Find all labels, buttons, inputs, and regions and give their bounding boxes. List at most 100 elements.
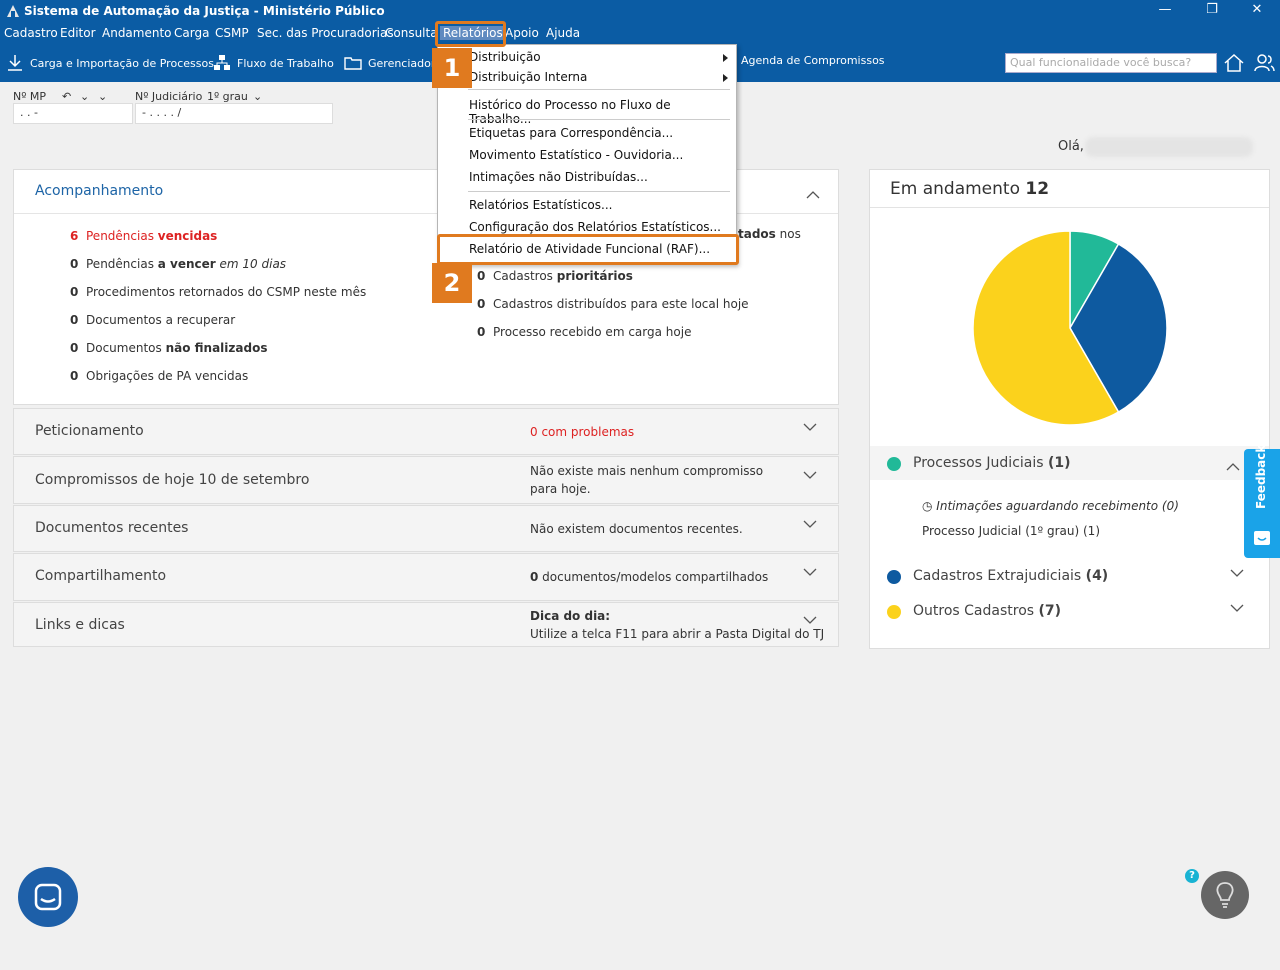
tips-button[interactable] xyxy=(1201,871,1249,919)
submenu-arrow-icon xyxy=(723,54,728,62)
agenda-button[interactable]: Agenda de Compromissos xyxy=(741,54,885,67)
chevron-down-icon[interactable] xyxy=(803,422,817,432)
fluxo-trabalho-button[interactable]: Fluxo de Trabalho xyxy=(213,54,334,72)
greeting: Olá, xyxy=(1058,139,1084,154)
menu-editor[interactable]: Editor xyxy=(60,26,96,40)
list-item[interactable]: 0 Cadastros distribuídos para este local … xyxy=(477,297,749,311)
menu-item-distribuicao-interna[interactable]: Distribuição Interna xyxy=(469,70,587,84)
folder-icon xyxy=(344,57,362,70)
peticionamento-section[interactable]: Peticionamento 0 com problemas xyxy=(13,408,839,455)
chevron-down-icon[interactable] xyxy=(803,470,817,480)
close-button[interactable]: ✕ xyxy=(1234,0,1280,24)
documentos-recentes-section[interactable]: Documentos recentes Não existem document… xyxy=(13,505,839,552)
agenda-label: Agenda de Compromissos xyxy=(741,54,885,67)
search-input[interactable]: Qual funcionalidade você busca? xyxy=(1005,53,1217,73)
chevron-up-icon[interactable] xyxy=(1226,462,1240,472)
menu-item-movimento[interactable]: Movimento Estatístico - Ouvidoria... xyxy=(469,148,683,162)
intimacoes-aguardando[interactable]: ◷ Intimações aguardando recebimento (0) xyxy=(922,499,1179,513)
section-summary: Não existe mais nenhum compromisso para … xyxy=(530,464,764,496)
list-item[interactable]: 0 Documentos não finalizados xyxy=(70,341,267,355)
chevron-down-icon[interactable] xyxy=(803,615,817,625)
chevron-up-icon[interactable] xyxy=(806,190,820,200)
grau-chevron-icon[interactable]: ⌄ xyxy=(253,90,262,103)
legend-dot-outros xyxy=(887,605,901,619)
menu-item-historico[interactable]: Histórico do Processo no Fluxo de Trabal… xyxy=(469,98,736,126)
step-marker-1: 1 xyxy=(432,48,472,88)
legend-outros[interactable]: Outros Cadastros (7) xyxy=(913,603,1061,619)
chevron-down-icon[interactable] xyxy=(803,519,817,529)
compartilhamento-section[interactable]: Compartilhamento 0 documentos/modelos co… xyxy=(13,553,839,601)
menu-sec-procuradorias[interactable]: Sec. das Procuradorias xyxy=(257,26,394,40)
section-summary: 0 com problemas xyxy=(530,425,635,439)
section-title: Peticionamento xyxy=(35,423,144,439)
mp-field[interactable]: . . - xyxy=(13,103,133,124)
home-icon[interactable] xyxy=(1223,52,1245,74)
help-badge[interactable]: ? xyxy=(1185,869,1199,883)
fluxo-trabalho-label: Fluxo de Trabalho xyxy=(237,56,334,70)
menu-apoio[interactable]: Apoio xyxy=(505,26,539,40)
section-title: Links e dicas xyxy=(35,617,125,633)
links-dicas-section[interactable]: Links e dicas Dica do dia: Utilize a telc… xyxy=(13,602,839,647)
window-title: Sistema de Automação da Justiça - Minist… xyxy=(24,4,385,18)
section-title: Compartilhamento xyxy=(35,568,167,584)
app-logo-icon xyxy=(7,5,19,17)
list-item[interactable]: 0 Procedimentos retornados do CSMP neste … xyxy=(70,285,366,299)
processo-judicial-item[interactable]: Processo Judicial (1º grau) (1) xyxy=(922,524,1100,538)
menu-ajuda[interactable]: Ajuda xyxy=(546,26,580,40)
menu-consulta[interactable]: Consulta xyxy=(385,26,438,40)
menu-item-intimacoes[interactable]: Intimações não Distribuídas... xyxy=(469,170,648,184)
restore-button[interactable]: ❐ xyxy=(1189,0,1235,24)
highlight-relatorios xyxy=(435,21,506,47)
submenu-arrow-icon xyxy=(723,74,728,82)
section-summary: 0 documentos/modelos compartilhados xyxy=(530,570,769,584)
chat-button[interactable] xyxy=(18,867,78,927)
title-bar: Sistema de Automação da Justiça - Minist… xyxy=(0,0,1280,24)
judiciario-field[interactable]: - . . . . / xyxy=(135,103,333,124)
section-summary: Dica do dia: Utilize a telca F11 para abr… xyxy=(530,609,825,641)
list-item[interactable]: 0 Obrigações de PA vencidas xyxy=(70,369,248,383)
menu-bar: Cadastro Editor Andamento Carga CSMP Sec… xyxy=(0,24,1280,44)
smile-icon xyxy=(1254,531,1270,545)
list-item[interactable]: 0 Processo recebido em carga hoje xyxy=(477,325,691,339)
menu-item-distribuicao[interactable]: Distribuição xyxy=(469,50,541,64)
menu-cadastro[interactable]: Cadastro xyxy=(4,26,58,40)
chevron-down-icon[interactable] xyxy=(803,567,817,577)
highlight-raf xyxy=(437,234,739,265)
undo-icon[interactable]: ↶ xyxy=(62,90,71,103)
chevron-down-icon[interactable] xyxy=(1230,603,1244,613)
section-title: Compromissos de hoje 10 de setembro xyxy=(35,472,310,488)
legend-dot-extrajudiciais xyxy=(887,570,901,584)
chat-icon xyxy=(34,883,62,911)
section-title: Documentos recentes xyxy=(35,520,189,536)
menu-andamento[interactable]: Andamento xyxy=(102,26,172,40)
legend-extrajudiciais[interactable]: Cadastros Extrajudiciais (4) xyxy=(913,568,1108,584)
menu-item-configuracao[interactable]: Configuração dos Relatórios Estatísticos… xyxy=(469,220,721,234)
step-marker-2: 2 xyxy=(432,263,472,303)
relatorios-dropdown: Distribuição Distribuição Interna Histór… xyxy=(437,44,737,265)
andamento-title: Em andamento 12 xyxy=(890,179,1050,199)
legend-judiciais[interactable]: Processos Judiciais (1) xyxy=(913,455,1071,471)
feedback-tab[interactable]: Feedback xyxy=(1244,445,1280,558)
carga-importacao-label: Carga e Importação de Processos xyxy=(30,56,214,70)
menu-item-relatorios-estatisticos[interactable]: Relatórios Estatísticos... xyxy=(469,198,612,212)
menu-carga[interactable]: Carga xyxy=(174,26,209,40)
grau-select[interactable]: 1º grau xyxy=(207,90,248,103)
compromissos-section[interactable]: Compromissos de hoje 10 de setembro Não … xyxy=(13,456,839,504)
list-item[interactable]: 0 Cadastros prioritários xyxy=(477,269,633,283)
menu-item-etiquetas[interactable]: Etiquetas para Correspondência... xyxy=(469,126,673,140)
minimize-button[interactable]: — xyxy=(1142,0,1188,24)
list-item[interactable]: 0 Documentos a recuperar xyxy=(70,313,235,327)
acompanhamento-title: Acompanhamento xyxy=(35,183,164,199)
carga-importacao-button[interactable]: Carga e Importação de Processos xyxy=(6,54,214,72)
users-icon[interactable] xyxy=(1253,52,1275,74)
gerenciador-button[interactable]: Gerenciador xyxy=(344,54,435,72)
list-item[interactable]: 6 Pendências vencidas xyxy=(70,229,217,243)
list-item-partial[interactable]: tados nos xyxy=(738,227,801,241)
chevron-down-icon[interactable] xyxy=(1230,568,1244,578)
list-item[interactable]: 0 Pendências a vencer em 10 dias xyxy=(70,257,286,271)
download-icon xyxy=(8,55,22,71)
menu-csmp[interactable]: CSMP xyxy=(215,26,249,40)
gerenciador-label: Gerenciador xyxy=(368,56,436,70)
chevron-down-icon[interactable]: ⌄ xyxy=(98,90,107,103)
chevron-down-icon[interactable]: ⌄ xyxy=(80,90,89,103)
